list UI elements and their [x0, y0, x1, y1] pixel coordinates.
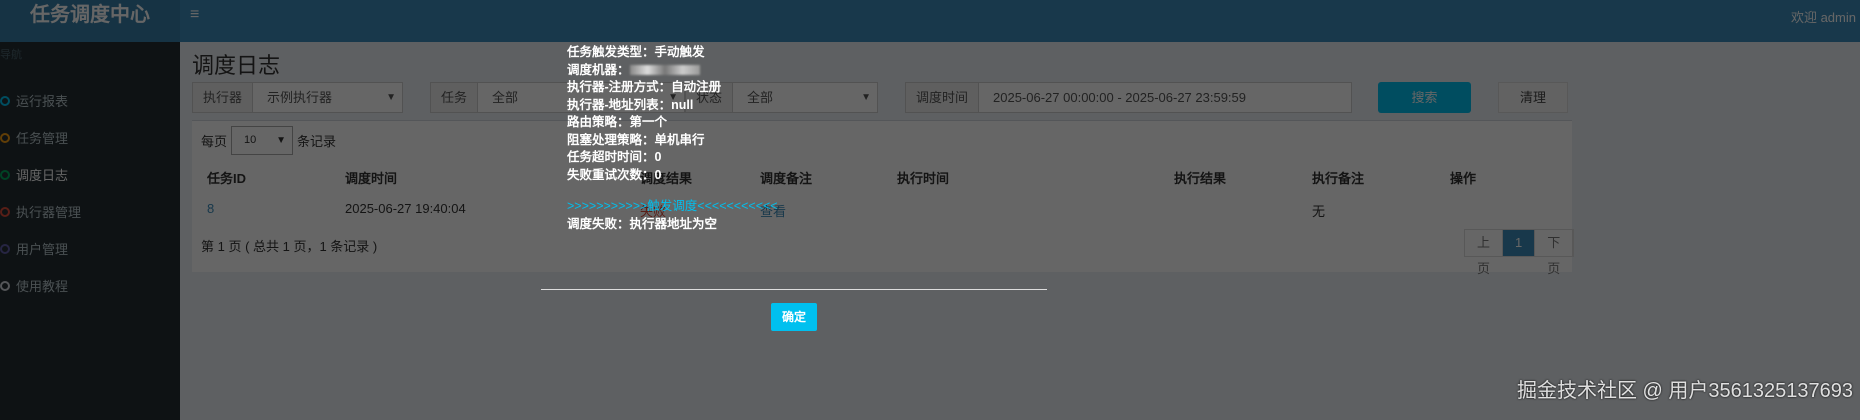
- log-table-box: 每页 10 ▼ 条记录 任务ID 调度时间 调度结果 调度备注 执行时间 执行结果…: [192, 120, 1575, 276]
- column-header[interactable]: 任务ID: [207, 168, 246, 187]
- sidebar: 导航 运行报表 任务管理 调度日志 执行器管理 用户管理 使用教程: [0, 42, 180, 420]
- sidebar-item-users[interactable]: 用户管理: [0, 230, 180, 267]
- chevron-down-icon: ▼: [386, 92, 396, 103]
- per-page-suffix: 条记录: [297, 134, 337, 149]
- time-range-input[interactable]: 2025-06-27 00:00:00 - 2025-06-27 23:59:5…: [979, 83, 1351, 112]
- sidebar-item-logs[interactable]: 调度日志: [0, 156, 180, 193]
- column-header[interactable]: 执行结果: [1174, 168, 1226, 187]
- column-header[interactable]: 执行时间: [897, 168, 949, 187]
- circle-icon: [0, 280, 10, 291]
- column-header[interactable]: 调度结果: [640, 168, 692, 187]
- chevron-down-icon: ▼: [668, 92, 678, 103]
- job-filter[interactable]: 任务 全部 ▼: [430, 82, 685, 113]
- sidebar-item-executors[interactable]: 执行器管理: [0, 193, 180, 230]
- status-select[interactable]: 全部 ▼: [733, 83, 877, 112]
- sidebar-item-label: 用户管理: [16, 242, 69, 257]
- sidebar-item-label: 执行器管理: [16, 205, 82, 220]
- sidebar-item-jobs[interactable]: 任务管理: [0, 119, 180, 156]
- circle-icon: [0, 95, 10, 106]
- trigger-time: 2025-06-27 19:40:04: [345, 201, 466, 216]
- sidebar-item-label: 使用教程: [16, 279, 69, 294]
- column-header[interactable]: 执行备注: [1312, 168, 1364, 187]
- job-select[interactable]: 全部 ▼: [478, 83, 684, 112]
- page-size-value: 10: [244, 134, 257, 146]
- menu-toggle-icon[interactable]: ≡: [190, 6, 199, 24]
- page-size-select[interactable]: 10 ▼: [231, 126, 294, 155]
- executor-value: 示例执行器: [267, 90, 333, 105]
- column-header[interactable]: 调度备注: [760, 168, 812, 187]
- page-info: 第 1 页 ( 总共 1 页，1 条记录 ): [201, 239, 378, 254]
- page-1-button[interactable]: 1: [1503, 230, 1536, 256]
- confirm-button[interactable]: 确定: [771, 303, 817, 331]
- sidebar-item-label: 调度日志: [16, 168, 69, 183]
- search-button[interactable]: 搜索: [1378, 82, 1471, 113]
- per-page-label: 每页: [201, 134, 228, 149]
- circle-icon: [0, 243, 10, 254]
- status-value: 全部: [747, 90, 774, 105]
- pagination: 上页 1 下页: [1464, 229, 1575, 276]
- page-title: 调度日志: [192, 53, 281, 78]
- status-filter[interactable]: 状态 全部 ▼: [685, 82, 878, 113]
- circle-icon: [0, 169, 10, 180]
- trigger-result: 失败: [640, 204, 667, 219]
- circle-icon: [0, 132, 10, 143]
- executor-filter[interactable]: 执行器 示例执行器 ▼: [192, 82, 403, 113]
- job-label: 任务: [431, 83, 479, 112]
- page-size-control: 每页 10 ▼ 条记录: [201, 126, 336, 155]
- time-label: 调度时间: [906, 83, 980, 112]
- job-value: 全部: [492, 90, 519, 105]
- nav-heading: 导航: [0, 49, 22, 61]
- sidebar-item-label: 任务管理: [16, 131, 69, 146]
- status-label: 状态: [686, 83, 734, 112]
- next-page-button[interactable]: 下页: [1535, 230, 1574, 276]
- circle-icon: [0, 206, 10, 217]
- logo[interactable]: 任务调度中心: [0, 0, 180, 42]
- chevron-down-icon: ▼: [861, 92, 871, 103]
- chevron-down-icon: ▼: [276, 135, 287, 146]
- time-filter[interactable]: 调度时间 2025-06-27 00:00:00 - 2025-06-27 23…: [905, 82, 1352, 113]
- executor-label: 执行器: [193, 83, 254, 112]
- sidebar-item-report[interactable]: 运行报表: [0, 82, 180, 119]
- main-content: 调度日志 执行器 示例执行器 ▼ 任务 全部 ▼ 状态 全部 ▼ 调度时间 2025-…: [180, 42, 1860, 420]
- welcome-user[interactable]: 欢迎 admin: [1791, 7, 1856, 26]
- executor-select[interactable]: 示例执行器 ▼: [253, 83, 402, 112]
- view-link[interactable]: 查看: [760, 201, 786, 220]
- top-navbar: 任务调度中心 ≡ 欢迎 admin: [0, 0, 1860, 42]
- column-header[interactable]: 操作: [1450, 168, 1476, 187]
- clear-button[interactable]: 清理: [1498, 82, 1568, 113]
- sidebar-item-label: 运行报表: [16, 94, 69, 109]
- prev-page-button[interactable]: 上页: [1465, 230, 1504, 276]
- column-header[interactable]: 调度时间: [345, 168, 397, 187]
- job-id-link[interactable]: 8: [207, 201, 214, 216]
- dimmed-page-behind-modal: 任务调度中心 ≡ 欢迎 admin 导航 运行报表 任务管理 调度日志 执行器管…: [0, 0, 1860, 420]
- sidebar-item-help[interactable]: 使用教程: [0, 267, 180, 304]
- exec-remark: 无: [1312, 204, 1326, 219]
